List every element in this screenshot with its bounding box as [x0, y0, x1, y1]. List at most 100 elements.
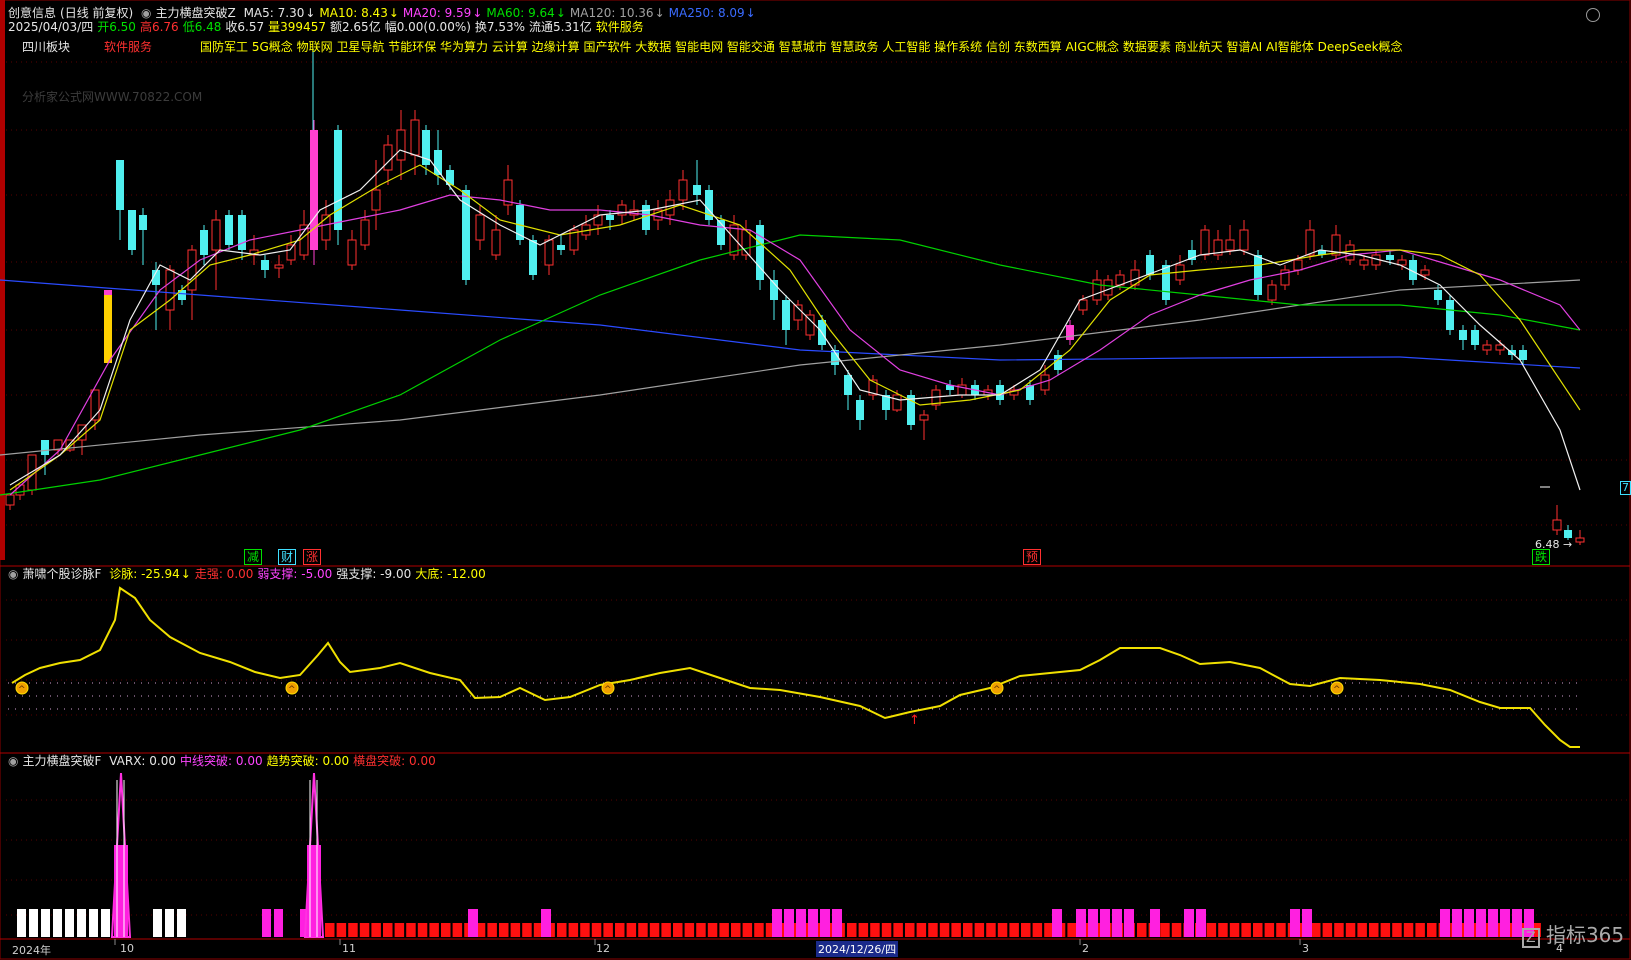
red-bar: [986, 923, 996, 937]
candle-body: [491, 229, 501, 256]
red-bar: [383, 923, 393, 937]
panel3-value-3: 横盘突破: 0.00: [353, 754, 436, 768]
candle-body: [1225, 239, 1235, 251]
red-bar: [441, 923, 451, 937]
concept-list[interactable]: 国防军工 5G概念 物联网 卫星导航 节能环保 华为算力 云计算 边缘计算 国产…: [200, 40, 1403, 54]
red-bar: [916, 923, 927, 937]
red-bar: [1311, 923, 1321, 937]
candle-body: [211, 219, 221, 251]
panel2-values: 诊脉: -25.94↓ 走强: 0.00 弱支撑: -5.00 强支撑: -9.00 大…: [109, 567, 490, 581]
ma-value-arrow-icon-4: ↓: [654, 6, 665, 20]
red-bar: [452, 923, 463, 937]
right-edge-marker: 7: [1620, 481, 1631, 495]
candle-body: [1434, 290, 1442, 300]
red-bar: [1171, 923, 1182, 937]
logo-text: 指标365: [1545, 923, 1625, 947]
quote-float: 流通5.31亿: [529, 20, 592, 34]
panel3-settings-icon[interactable]: ◉: [8, 754, 18, 768]
stock-name[interactable]: 创意信息: [8, 6, 56, 20]
red-bar: [684, 923, 695, 937]
magenta-bar: [1290, 909, 1300, 937]
spike-bar-2: [307, 845, 321, 937]
candle-body: [310, 130, 318, 250]
signal-tag-cai: 财: [278, 549, 297, 565]
panel2-value-3: 强支撑: -9.00: [336, 567, 412, 581]
ma-value-4: MA120: 10.36: [569, 6, 654, 20]
red-bar: [1160, 923, 1170, 937]
quote-low: 低6.48: [182, 20, 222, 34]
red-bar: [719, 923, 729, 937]
candle-body: [200, 230, 208, 255]
red-bar: [406, 923, 416, 937]
ma-value-arrow-icon-5: ↓: [745, 6, 756, 20]
white-bar: [165, 909, 174, 937]
white-bar: [153, 909, 162, 937]
ma-list: MA5: 7.30↓ MA10: 8.43↓ MA20: 9.59↓ MA60: 9.…: [244, 6, 760, 20]
close-circle-icon[interactable]: [1586, 8, 1600, 22]
panel2-name[interactable]: 萧啸个股诊脉F: [22, 567, 101, 581]
red-bar: [649, 923, 660, 937]
panel2-value-1: 走强: 0.00: [194, 567, 254, 581]
candle-body: [529, 240, 537, 275]
candle-body: [1552, 519, 1562, 531]
red-bar: [951, 923, 961, 937]
panel3-values: VARX: 0.00 中线突破: 0.00 趋势突破: 0.00 横盘突破: 0.00: [109, 754, 440, 768]
magenta-bar: [1488, 909, 1498, 937]
red-bar: [905, 923, 915, 937]
region-tag[interactable]: 四川板块: [22, 40, 70, 54]
ma60-line: [0, 234, 1581, 496]
frame: [0, 0, 1631, 960]
candle-body: [557, 245, 565, 250]
red-bar: [1380, 923, 1391, 937]
magenta-bar: [1464, 909, 1474, 937]
candle-body: [225, 215, 233, 245]
candle-body: [844, 375, 852, 395]
candle-body: [1146, 255, 1154, 275]
candle-body: [1254, 255, 1262, 295]
candle-body: [693, 185, 701, 195]
red-bar: [1229, 923, 1240, 937]
candle-body: [1078, 299, 1088, 311]
ma-value-arrow-icon-3: ↓: [555, 6, 566, 20]
candle-body: [383, 144, 393, 171]
chart-canvas[interactable]: ^ ^ ^ ^ ^ ↑: [0, 0, 1631, 960]
panel2-settings-icon[interactable]: ◉: [8, 567, 18, 581]
candle-body: [1575, 537, 1585, 543]
industry-label: 软件服务: [104, 40, 153, 54]
candle-body: [475, 214, 485, 241]
quote-date: 2025/04/03/四: [8, 20, 94, 34]
candle-body: [261, 260, 269, 270]
candle-body: [1066, 325, 1074, 340]
candle-body: [187, 249, 197, 291]
indicator-name[interactable]: 主力横盘突破Z: [156, 6, 236, 20]
panel2-value-arrow-icon-0: ↓: [180, 567, 191, 581]
support-signal-glyph: ^: [288, 685, 296, 695]
candle-body: [1239, 229, 1249, 251]
ma-value-arrow-icon-1: ↓: [388, 6, 399, 20]
candle-body: [996, 385, 1004, 400]
panel3-name[interactable]: 主力横盘突破F: [22, 754, 101, 768]
panel3-title: ◉ 主力横盘突破F VARX: 0.00 中线突破: 0.00 趋势突破: 0.00 横…: [8, 754, 444, 768]
panel3-value-2: 趋势突破: 0.00: [266, 754, 350, 768]
candle-body: [1446, 300, 1454, 330]
candle-body: [5, 494, 15, 506]
magenta-bar: [1476, 909, 1486, 937]
industry-tag[interactable]: 软件服务: [104, 40, 156, 54]
candle-body: [544, 239, 554, 266]
quote-sector: 软件服务: [595, 20, 644, 34]
red-bar: [673, 923, 683, 937]
candle-body: [116, 160, 124, 210]
magenta-bar: [1112, 909, 1122, 937]
magenta-bar: [468, 909, 478, 937]
signal-tag-yu: 预: [1023, 549, 1042, 565]
magenta-bar: [1184, 909, 1194, 937]
settings-circle-icon[interactable]: ◉: [141, 6, 151, 20]
chart-mode: (日线 前复权): [60, 6, 134, 20]
magenta-bar: [1150, 909, 1160, 937]
candle-body: [1359, 259, 1369, 266]
red-bar: [1369, 923, 1379, 937]
quote-close: 收6.57: [225, 20, 265, 34]
quote-amount: 额2.65亿: [329, 20, 381, 34]
watermark: 分析家公式网WWW.70822.COM: [22, 90, 203, 104]
red-bar: [626, 923, 637, 937]
